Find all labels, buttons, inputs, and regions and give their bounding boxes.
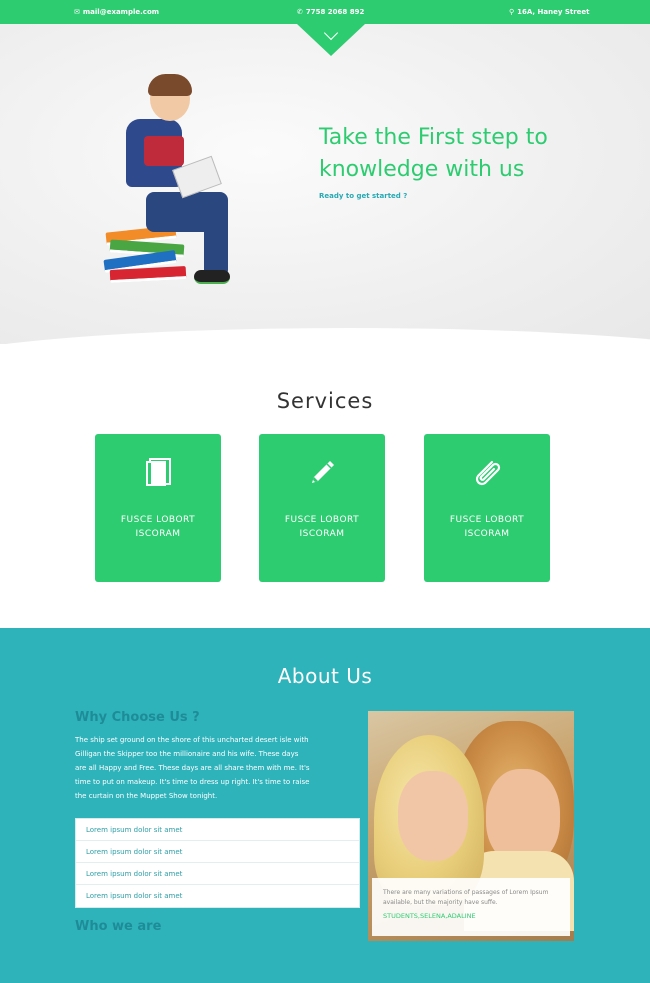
- photo-caption: There are many variations of passages of…: [372, 878, 570, 936]
- about-heading: About Us: [277, 664, 373, 688]
- book-icon: [95, 456, 221, 490]
- hero-illustration: [96, 74, 246, 299]
- contact-phone[interactable]: ✆ 7758 2068 892: [297, 8, 364, 16]
- hero-wave-divider: [0, 328, 650, 344]
- service-card[interactable]: FUSCE LOBORT ISCORAM: [95, 434, 221, 582]
- service-card[interactable]: FUSCE LOBORT ISCORAM: [259, 434, 385, 582]
- paperclip-icon: [424, 456, 550, 490]
- caption-text: There are many variations of passages of…: [383, 889, 549, 906]
- boy-shoe: [194, 270, 230, 284]
- map-pin-icon: ⚲: [509, 7, 515, 16]
- about-section: About Us Why Choose Us ? The ship set gr…: [0, 628, 650, 983]
- list-item[interactable]: Lorem ipsum dolor sit amet: [76, 863, 359, 885]
- hero-title: Take the First step to knowledge with us: [319, 125, 548, 182]
- who-we-are-heading: Who we are: [75, 919, 162, 934]
- contact-address[interactable]: ⚲ 16A, Haney Street: [509, 8, 590, 16]
- boy-shin: [204, 204, 228, 276]
- photo-student-left-face: [398, 771, 468, 861]
- list-item[interactable]: Lorem ipsum dolor sit amet: [76, 885, 359, 907]
- list-item[interactable]: Lorem ipsum dolor sit amet: [76, 819, 359, 841]
- hero-section: Take the First step to knowledge with us…: [0, 24, 650, 344]
- contact-email-text: mail@example.com: [82, 8, 160, 16]
- service-card-label: FUSCE LOBORT ISCORAM: [120, 515, 196, 539]
- envelope-icon: ✉: [74, 7, 80, 16]
- service-card[interactable]: FUSCE LOBORT ISCORAM: [424, 434, 550, 582]
- service-card-label: FUSCE LOBORT ISCORAM: [284, 515, 360, 539]
- hero-cta-link[interactable]: Ready to get started ?: [319, 192, 407, 200]
- service-card-label: FUSCE LOBORT ISCORAM: [449, 515, 525, 539]
- contact-email[interactable]: ✉ mail@example.com: [74, 8, 159, 16]
- pencil-icon: [259, 456, 385, 490]
- caption-name: STUDENTS,SELENA,ADALINE: [383, 912, 476, 920]
- why-choose-us-heading: Why Choose Us ?: [75, 710, 200, 725]
- about-paragraph: The ship set ground on the shore of this…: [75, 736, 310, 800]
- list-item[interactable]: Lorem ipsum dolor sit amet: [76, 841, 359, 863]
- contact-address-text: 16A, Haney Street: [517, 8, 590, 16]
- boy-hair: [148, 74, 192, 96]
- contact-phone-text: 7758 2068 892: [305, 8, 365, 16]
- boy-shirt: [144, 136, 184, 166]
- phone-icon: ✆: [297, 7, 303, 16]
- top-contact-bar: ✉ mail@example.com ✆ 7758 2068 892 ⚲ 16A…: [0, 0, 650, 24]
- book-stack-book: [109, 266, 187, 283]
- feature-list: Lorem ipsum dolor sit amet Lorem ipsum d…: [75, 818, 360, 908]
- services-heading: Services: [276, 389, 374, 413]
